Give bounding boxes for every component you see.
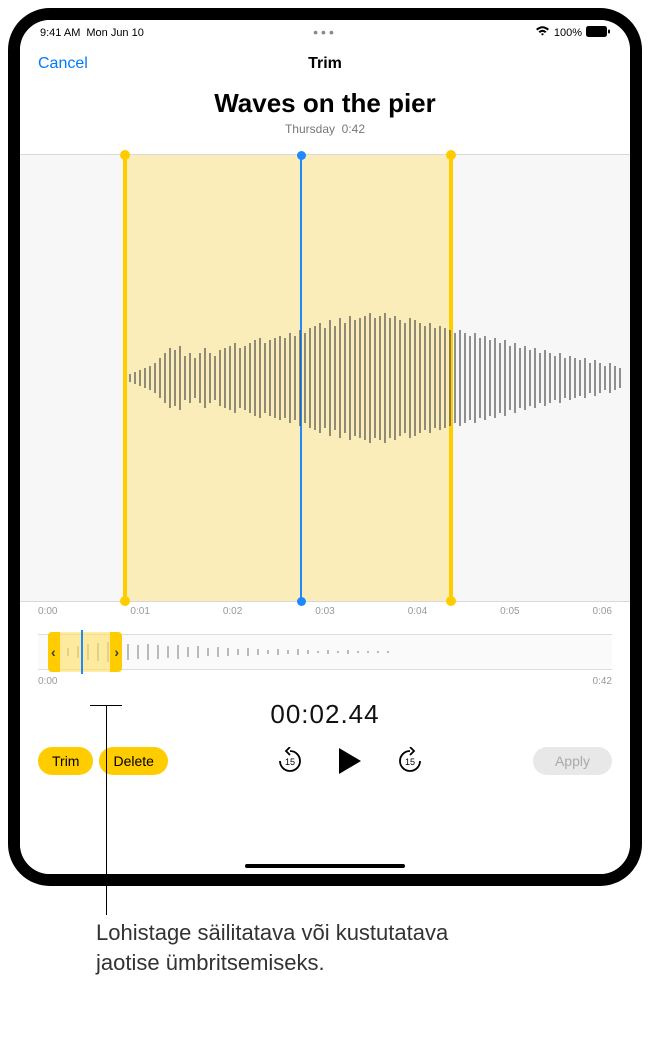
overview-time-labels: 0:00 0:42	[20, 674, 630, 689]
overview-waveform-icon	[38, 639, 613, 665]
overview-playhead[interactable]	[81, 630, 83, 674]
overview-timeline[interactable]: ‹ ›	[38, 634, 612, 670]
cancel-button[interactable]: Cancel	[38, 55, 88, 73]
recording-title: Waves on the pier	[20, 88, 630, 119]
callout-leader-line	[106, 705, 107, 915]
overview-start: 0:00	[38, 676, 57, 687]
screen: 9:41 AM Mon Jun 10 100% ••• Cancel Trim …	[20, 20, 630, 874]
tick: 0:03	[315, 606, 334, 626]
tick: 0:04	[408, 606, 427, 626]
tick: 0:05	[500, 606, 519, 626]
time-ticks: 0:00 0:01 0:02 0:03 0:04 0:05 0:06	[20, 602, 630, 626]
multitasking-dots-icon[interactable]: •••	[313, 24, 337, 40]
status-time: 9:41 AM	[40, 27, 80, 39]
tick: 0:00	[38, 606, 57, 626]
overview-end: 0:42	[593, 676, 612, 687]
svg-text:15: 15	[405, 757, 415, 767]
nav-bar: ••• Cancel Trim	[20, 42, 630, 82]
battery-icon	[586, 26, 610, 40]
waveform-editor[interactable]	[20, 154, 630, 602]
svg-text:15: 15	[285, 757, 295, 767]
tick: 0:06	[593, 606, 612, 626]
skip-back-button[interactable]: 15	[273, 744, 307, 778]
overview-trim-region[interactable]: ‹ ›	[48, 632, 122, 672]
ipad-device-frame: 9:41 AM Mon Jun 10 100% ••• Cancel Trim …	[8, 8, 642, 886]
wifi-icon	[535, 26, 550, 40]
status-date: Mon Jun 10	[86, 27, 143, 39]
home-indicator[interactable]	[245, 864, 405, 868]
tick: 0:01	[130, 606, 149, 626]
chevron-left-icon: ‹	[51, 644, 56, 660]
chevron-right-icon: ›	[114, 644, 119, 660]
skip-forward-15-icon: 15	[396, 747, 424, 775]
delete-button[interactable]: Delete	[99, 747, 167, 775]
tick: 0:02	[223, 606, 242, 626]
recording-day: Thursday	[285, 122, 335, 136]
skip-back-15-icon: 15	[276, 747, 304, 775]
play-icon	[337, 746, 363, 776]
battery-percent: 100%	[554, 27, 582, 39]
skip-forward-button[interactable]: 15	[393, 744, 427, 778]
trim-button[interactable]: Trim	[38, 747, 93, 775]
page-title: Trim	[308, 55, 342, 73]
controls: Trim Delete 15	[20, 744, 630, 778]
apply-button[interactable]: Apply	[533, 747, 612, 775]
recording-meta: Thursday 0:42	[20, 122, 630, 136]
play-button[interactable]	[329, 746, 371, 776]
waveform-icon	[20, 298, 630, 458]
recording-duration: 0:42	[342, 122, 365, 136]
callout-text: Lohistage säilitatava või kustutatava ja…	[96, 918, 516, 977]
